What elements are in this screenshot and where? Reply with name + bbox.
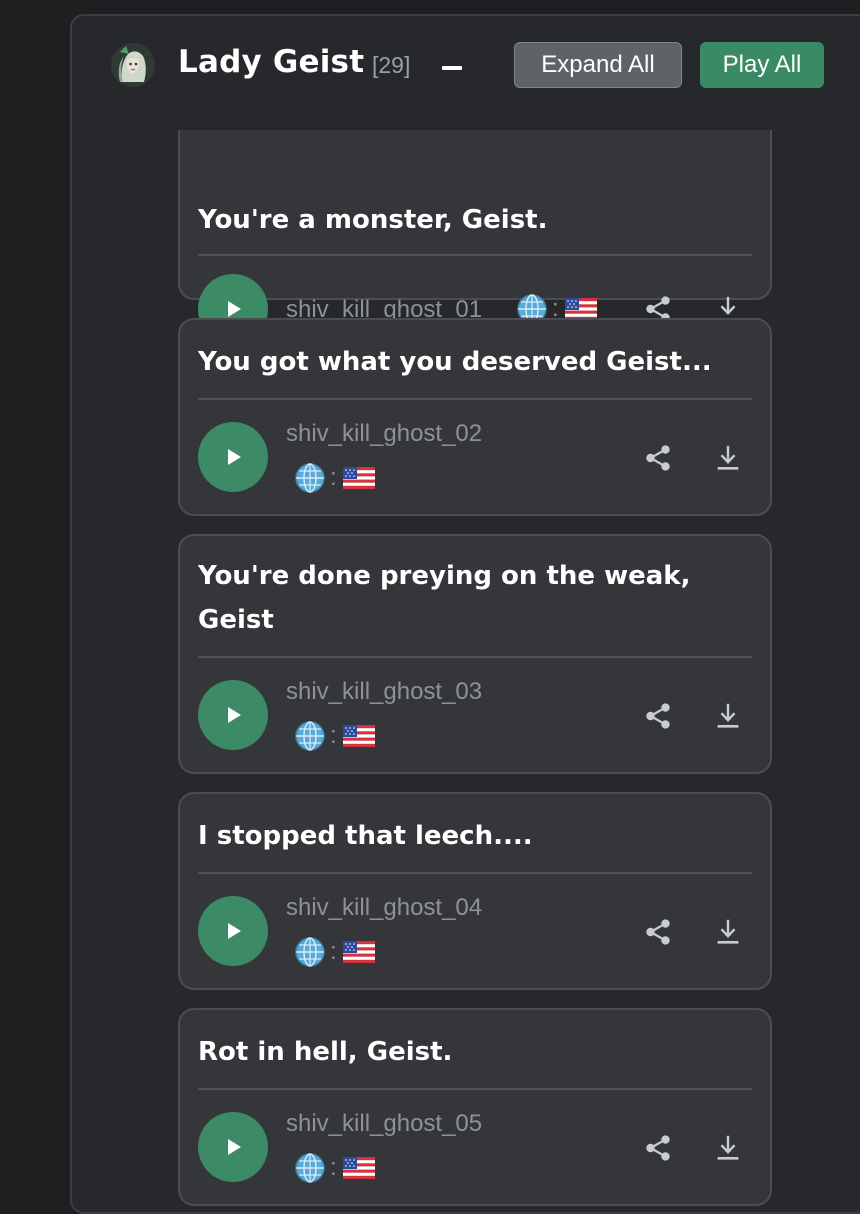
download-icon bbox=[713, 701, 743, 731]
collapse-toggle[interactable] bbox=[442, 66, 462, 70]
language-separator: : bbox=[330, 1154, 337, 1181]
voice-line-card: Rot in hell, Geist. shiv_kill_ghost_05 : bbox=[178, 1008, 772, 1206]
language-separator: : bbox=[330, 938, 337, 965]
language-indicator: : bbox=[294, 720, 375, 752]
us-flag-icon bbox=[343, 467, 375, 489]
card-divider bbox=[198, 656, 752, 658]
language-indicator: : bbox=[294, 936, 375, 968]
language-separator: : bbox=[330, 722, 337, 749]
language-separator: : bbox=[330, 464, 337, 491]
play-button[interactable] bbox=[198, 680, 268, 750]
clip-name: shiv_kill_ghost_04 bbox=[286, 894, 483, 921]
share-icon bbox=[643, 917, 673, 947]
hero-title: Lady Geist bbox=[178, 44, 365, 80]
voice-line-text: You're a monster, Geist. bbox=[198, 205, 548, 235]
clip-name: shiv_kill_ghost_03 bbox=[286, 678, 483, 705]
voice-line-text: You're done preying on the weak, Geist bbox=[198, 561, 691, 635]
voice-line-card: I stopped that leech.... shiv_kill_ghost… bbox=[178, 792, 772, 990]
language-indicator: : bbox=[294, 462, 375, 494]
language-indicator: : bbox=[294, 1152, 375, 1184]
us-flag-icon bbox=[343, 941, 375, 963]
card-divider bbox=[198, 398, 752, 400]
us-flag-icon bbox=[343, 1157, 375, 1179]
globe-icon bbox=[294, 1152, 326, 1184]
globe-icon bbox=[294, 936, 326, 968]
voice-line-text: You got what you deserved Geist... bbox=[198, 347, 712, 377]
voice-line-card: You got what you deserved Geist... shiv_… bbox=[178, 318, 772, 516]
expand-all-button[interactable]: Expand All bbox=[514, 42, 682, 88]
globe-icon bbox=[294, 462, 326, 494]
voice-lines-panel: You're a monster, Geist. shiv_kill_ghost… bbox=[70, 14, 860, 1214]
share-button[interactable] bbox=[638, 1128, 678, 1168]
download-button[interactable] bbox=[708, 696, 748, 736]
share-icon bbox=[643, 443, 673, 473]
share-button[interactable] bbox=[638, 696, 678, 736]
share-icon bbox=[643, 701, 673, 731]
play-icon bbox=[223, 705, 243, 725]
download-icon bbox=[713, 443, 743, 473]
share-button[interactable] bbox=[638, 438, 678, 478]
download-button[interactable] bbox=[708, 912, 748, 952]
download-icon bbox=[713, 1133, 743, 1163]
play-icon bbox=[223, 447, 243, 467]
play-button[interactable] bbox=[198, 896, 268, 966]
us-flag-icon bbox=[565, 298, 597, 320]
share-icon bbox=[643, 1133, 673, 1163]
hero-header: Lady Geist [29] Expand All Play All bbox=[72, 16, 860, 130]
line-count: [29] bbox=[372, 52, 411, 78]
download-icon bbox=[713, 917, 743, 947]
voice-line-text: Rot in hell, Geist. bbox=[198, 1037, 453, 1067]
card-divider bbox=[198, 254, 752, 256]
play-button[interactable] bbox=[198, 422, 268, 492]
character-portrait-icon bbox=[111, 43, 155, 87]
play-all-button[interactable]: Play All bbox=[700, 42, 824, 88]
play-icon bbox=[223, 1137, 243, 1157]
clip-name: shiv_kill_ghost_02 bbox=[286, 420, 483, 447]
card-divider bbox=[198, 872, 752, 874]
voice-line-card: You're done preying on the weak, Geist s… bbox=[178, 534, 772, 774]
download-button[interactable] bbox=[708, 1128, 748, 1168]
globe-icon bbox=[294, 720, 326, 752]
play-icon bbox=[223, 921, 243, 941]
us-flag-icon bbox=[343, 725, 375, 747]
clip-name: shiv_kill_ghost_05 bbox=[286, 1110, 483, 1137]
card-divider bbox=[198, 1088, 752, 1090]
voice-line-text: I stopped that leech.... bbox=[198, 821, 533, 851]
download-button[interactable] bbox=[708, 438, 748, 478]
play-button[interactable] bbox=[198, 1112, 268, 1182]
play-icon bbox=[223, 299, 243, 319]
share-button[interactable] bbox=[638, 912, 678, 952]
